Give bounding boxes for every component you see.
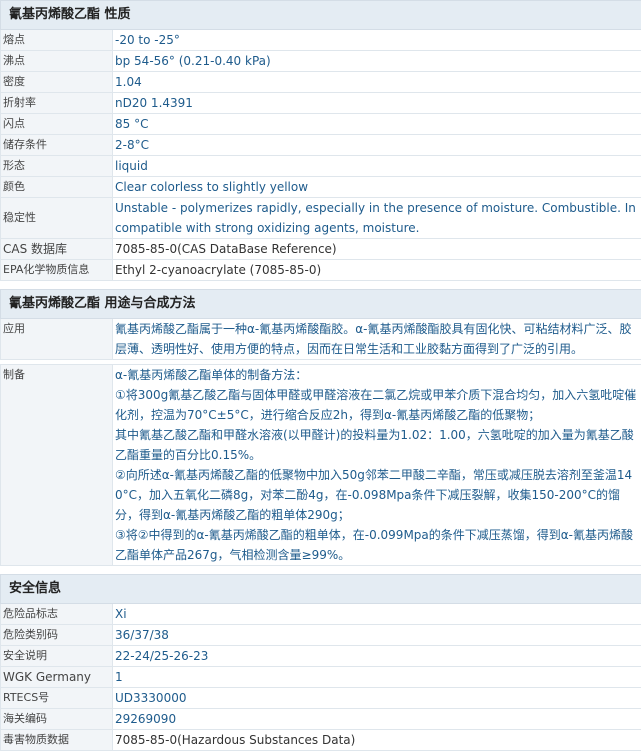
table-row: 危险类别码36/37/38 bbox=[1, 625, 641, 646]
row-value: liquid bbox=[113, 156, 641, 177]
row-key: 熔点 bbox=[1, 30, 113, 51]
row-key: 沸点 bbox=[1, 51, 113, 72]
row-key: 储存条件 bbox=[1, 135, 113, 156]
cas-key: CAS 数据库 bbox=[1, 239, 113, 260]
table-row: 制备 α-氰基丙烯酸乙酯单体的制备方法： ①将300g氰基乙酸乙酯与固体甲醛或甲… bbox=[1, 365, 641, 566]
table-row: 闪点85 °C bbox=[1, 114, 641, 135]
prep-line: ①将300g氰基乙酸乙酯与固体甲醛或甲醛溶液在二氯乙烷或甲苯介质下混合均匀，加入… bbox=[115, 385, 639, 425]
table-row: WGK Germany1 bbox=[1, 667, 641, 688]
table-row: CAS 数据库7085-85-0(CAS DataBase Reference) bbox=[1, 239, 641, 260]
row-key: 安全说明 bbox=[1, 646, 113, 667]
row-key: 折射率 bbox=[1, 93, 113, 114]
hazardous-data-link[interactable]: 7085-85-0(Hazardous Substances Data) bbox=[113, 730, 641, 751]
prep-line: 其中氰基乙酸乙酯和甲醛水溶液(以甲醛计)的投料量为1.02：1.00，六氢吡啶的… bbox=[115, 425, 639, 465]
row-value: 22-24/25-26-23 bbox=[113, 646, 641, 667]
row-value: 85 °C bbox=[113, 114, 641, 135]
usage-header-name: 氰基丙烯酸乙酯 bbox=[9, 296, 100, 311]
row-value: bp 54-56° (0.21-0.40 kPa) bbox=[113, 51, 641, 72]
table-row: 安全说明22-24/25-26-23 bbox=[1, 646, 641, 667]
usage-header: 氰基丙烯酸乙酯 用途与合成方法 bbox=[1, 290, 641, 319]
properties-header: 氰基丙烯酸乙酯 性质 bbox=[1, 1, 641, 30]
row-key: 形态 bbox=[1, 156, 113, 177]
table-row: 危险品标志Xi bbox=[1, 604, 641, 625]
row-key: WGK Germany bbox=[1, 667, 113, 688]
preparation-value: α-氰基丙烯酸乙酯单体的制备方法： ①将300g氰基乙酸乙酯与固体甲醛或甲醛溶液… bbox=[113, 365, 641, 566]
epa-key: EPA化学物质信息 bbox=[1, 260, 113, 281]
row-value: 1.04 bbox=[113, 72, 641, 93]
row-key: 危险类别码 bbox=[1, 625, 113, 646]
row-value: Xi bbox=[113, 604, 641, 625]
properties-header-cell: 氰基丙烯酸乙酯 性质 bbox=[1, 1, 641, 30]
prep-line: ②向所述α-氰基丙烯酸乙酯的低聚物中加入50g邻苯二甲酸二辛酯，常压或减压脱去溶… bbox=[115, 465, 639, 525]
row-value: 1 bbox=[113, 667, 641, 688]
application-value: 氰基丙烯酸乙酯属于一种α-氰基丙烯酸酯胶。α-氰基丙烯酸酯胶具有固化快、可粘结材… bbox=[113, 319, 641, 360]
table-row: EPA化学物质信息Ethyl 2-cyanoacrylate (7085-85-… bbox=[1, 260, 641, 281]
usage-header-section: 用途与合成方法 bbox=[105, 296, 196, 311]
prep-line: ③将②中得到的α-氰基丙烯酸乙酯的粗单体，在-0.099Mpa的条件下减压蒸馏，… bbox=[115, 525, 639, 565]
row-key: 闪点 bbox=[1, 114, 113, 135]
row-key: RTECS号 bbox=[1, 688, 113, 709]
row-key: 毒害物质数据 bbox=[1, 730, 113, 751]
table-row: 颜色Clear colorless to slightly yellow bbox=[1, 177, 641, 198]
table-row: 沸点bp 54-56° (0.21-0.40 kPa) bbox=[1, 51, 641, 72]
table-row: 储存条件2-8°C bbox=[1, 135, 641, 156]
table-row: 毒害物质数据7085-85-0(Hazardous Substances Dat… bbox=[1, 730, 641, 751]
stability-key: 稳定性 bbox=[1, 198, 113, 239]
safety-header-cell: 安全信息 bbox=[1, 575, 641, 604]
application-key: 应用 bbox=[1, 319, 113, 360]
table-row: 稳定性Unstable - polymerizes rapidly, espec… bbox=[1, 198, 641, 239]
table-row: RTECS号UD3330000 bbox=[1, 688, 641, 709]
safety-header: 安全信息 bbox=[1, 575, 641, 604]
row-value: 29269090 bbox=[113, 709, 641, 730]
table-row: 形态liquid bbox=[1, 156, 641, 177]
row-value: UD3330000 bbox=[113, 688, 641, 709]
row-key: 颜色 bbox=[1, 177, 113, 198]
preparation-key: 制备 bbox=[1, 365, 113, 566]
stability-value: Unstable - polymerizes rapidly, especial… bbox=[113, 198, 641, 239]
table-row: 密度1.04 bbox=[1, 72, 641, 93]
row-value: -20 to -25° bbox=[113, 30, 641, 51]
table-row: 熔点-20 to -25° bbox=[1, 30, 641, 51]
properties-header-section: 性质 bbox=[105, 7, 131, 22]
properties-table: 氰基丙烯酸乙酯 性质 熔点-20 to -25° 沸点bp 54-56° (0.… bbox=[0, 0, 641, 751]
row-key: 危险品标志 bbox=[1, 604, 113, 625]
row-value: 36/37/38 bbox=[113, 625, 641, 646]
table-row: 海关编码29269090 bbox=[1, 709, 641, 730]
row-key: 海关编码 bbox=[1, 709, 113, 730]
table-row: 折射率nD20 1.4391 bbox=[1, 93, 641, 114]
cas-link[interactable]: 7085-85-0(CAS DataBase Reference) bbox=[113, 239, 641, 260]
epa-link[interactable]: Ethyl 2-cyanoacrylate (7085-85-0) bbox=[113, 260, 641, 281]
usage-header-cell: 氰基丙烯酸乙酯 用途与合成方法 bbox=[1, 290, 641, 319]
prep-line: α-氰基丙烯酸乙酯单体的制备方法： bbox=[115, 365, 639, 385]
row-value: 2-8°C bbox=[113, 135, 641, 156]
table-row: 应用 氰基丙烯酸乙酯属于一种α-氰基丙烯酸酯胶。α-氰基丙烯酸酯胶具有固化快、可… bbox=[1, 319, 641, 360]
row-value: nD20 1.4391 bbox=[113, 93, 641, 114]
properties-header-name: 氰基丙烯酸乙酯 bbox=[9, 7, 100, 22]
row-key: 密度 bbox=[1, 72, 113, 93]
row-value: Clear colorless to slightly yellow bbox=[113, 177, 641, 198]
